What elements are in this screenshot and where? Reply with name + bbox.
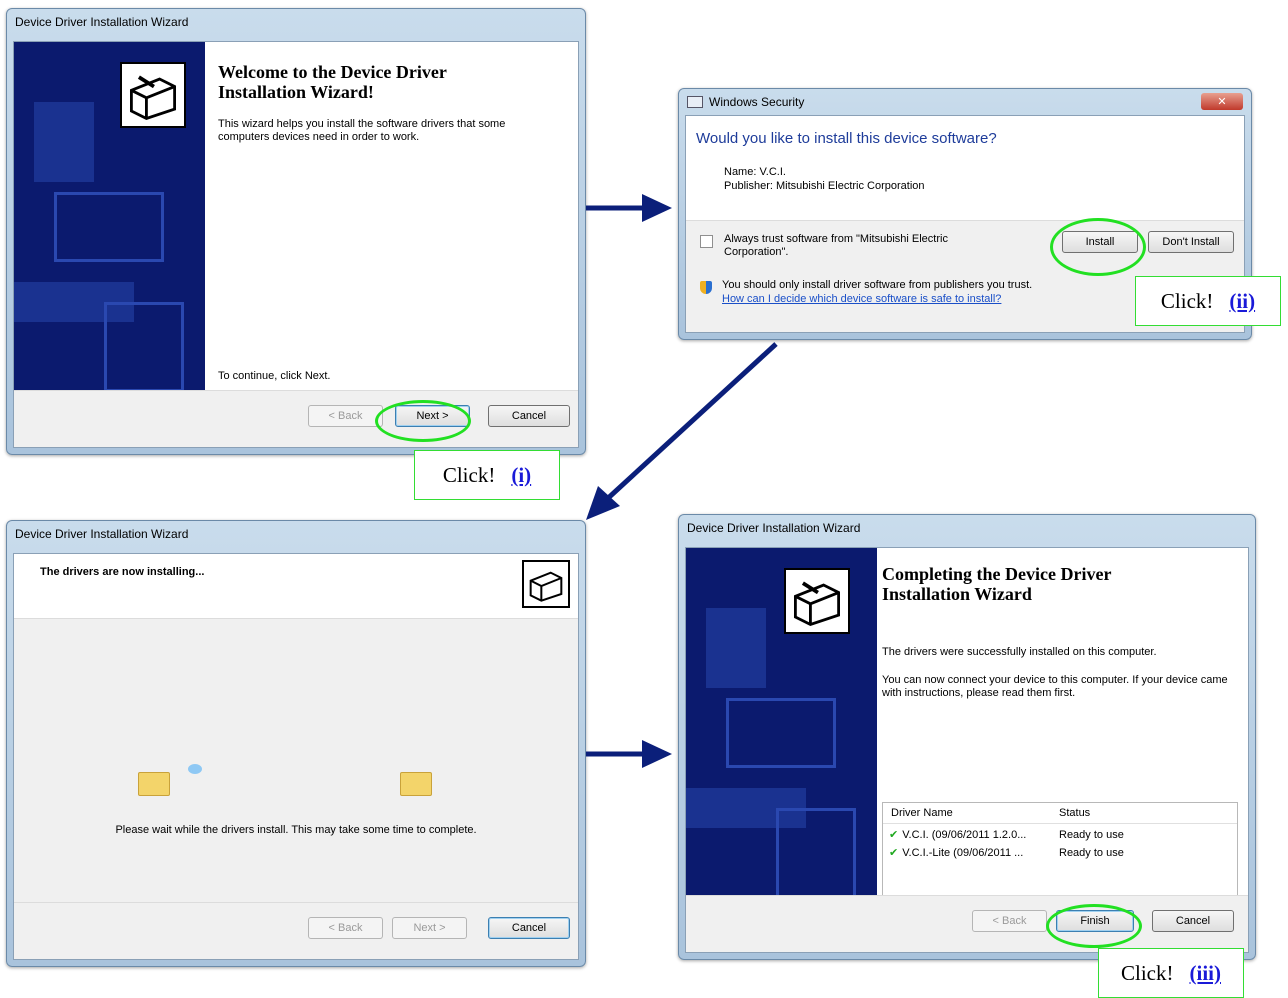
installing-window: Device Driver Installation Wizard The dr…: [6, 520, 586, 967]
callout-step-iii: (iii): [1189, 960, 1222, 985]
arrow-right-2: [586, 740, 672, 768]
table-row: ✔ V.C.I. (09/06/2011 1.2.0... Ready to us…: [883, 827, 1237, 845]
callout-iii: Click! (iii): [1098, 948, 1244, 998]
hardware-install-icon: [522, 560, 570, 608]
installing-heading: The drivers are now installing...: [40, 566, 205, 578]
shield-icon: [700, 281, 712, 294]
welcome-titlebar: Device Driver Installation Wizard: [7, 9, 585, 35]
close-button[interactable]: ✕: [1201, 93, 1243, 110]
security-warning: You should only install driver software …: [722, 279, 1033, 291]
callout-step-i: (i): [511, 462, 532, 487]
completing-window: Device Driver Installation Wizard Comple…: [678, 514, 1256, 960]
driver-name: Name: V.C.I.: [724, 166, 786, 178]
security-titlebar: Windows Security: [679, 89, 1251, 115]
callout-click-2: Click!: [1160, 288, 1214, 313]
welcome-title: Device Driver Installation Wizard: [15, 15, 189, 29]
welcome-button-bar: < Back Next > Cancel: [14, 390, 578, 447]
arrow-diagonal: [586, 342, 778, 520]
flying-document-icon: [188, 764, 202, 774]
col-driver-name: Driver Name: [891, 807, 953, 819]
driver-publisher: Publisher: Mitsubishi Electric Corporati…: [724, 180, 925, 192]
back-button[interactable]: < Back: [308, 917, 383, 939]
col-status: Status: [1059, 807, 1091, 819]
decide-link[interactable]: How can I decide which device software i…: [722, 293, 1142, 306]
close-icon: ✕: [1217, 96, 1227, 108]
welcome-window: Device Driver Installation Wizard Welcom…: [6, 8, 586, 455]
cancel-button[interactable]: Cancel: [488, 405, 570, 427]
destination-folder-icon: [400, 772, 432, 796]
driver-row-status: Ready to use: [1059, 847, 1124, 859]
cancel-button[interactable]: Cancel: [1152, 910, 1234, 932]
callout-ii: Click! (ii): [1135, 276, 1281, 326]
callout-click-3: Click!: [1121, 960, 1174, 985]
back-button[interactable]: < Back: [308, 405, 383, 427]
source-folder-icon: [138, 772, 170, 796]
welcome-heading: Welcome to the Device Driver Installatio…: [218, 62, 447, 102]
cancel-button[interactable]: Cancel: [488, 917, 570, 939]
callout-step-ii: (ii): [1229, 288, 1256, 313]
installing-client: The drivers are now installing... Please…: [13, 553, 579, 960]
finish-button[interactable]: Finish: [1056, 910, 1134, 932]
installing-title: Device Driver Installation Wizard: [15, 527, 189, 541]
driver-row-name: V.C.I. (09/06/2011 1.2.0...: [902, 829, 1027, 841]
next-button[interactable]: Next >: [395, 405, 470, 427]
security-question: Would you like to install this device so…: [696, 130, 997, 147]
trust-checkbox[interactable]: [700, 235, 713, 248]
trust-label: Always trust software from "Mitsubishi E…: [724, 233, 948, 258]
driver-row-name: V.C.I.-Lite (09/06/2011 ...: [902, 847, 1024, 859]
install-button[interactable]: Install: [1062, 231, 1138, 253]
installing-titlebar: Device Driver Installation Wizard: [7, 521, 585, 547]
back-button[interactable]: < Back: [972, 910, 1047, 932]
completing-titlebar: Device Driver Installation Wizard: [679, 515, 1255, 541]
installing-header: The drivers are now installing...: [14, 554, 578, 619]
completing-client: Completing the Device Driver Installatio…: [685, 547, 1249, 953]
welcome-client: Welcome to the Device Driver Installatio…: [13, 41, 579, 448]
callout-click: Click!: [442, 462, 496, 487]
completing-heading: Completing the Device Driver Installatio…: [882, 564, 1112, 604]
completing-button-bar: < Back Finish Cancel: [686, 895, 1248, 952]
completing-success: The drivers were successfully installed …: [882, 646, 1157, 658]
hardware-install-icon: [120, 62, 186, 128]
completing-connect: You can now connect your device to this …: [882, 674, 1228, 699]
installing-wait: Please wait while the drivers install. T…: [115, 824, 477, 836]
completing-title: Device Driver Installation Wizard: [687, 521, 861, 535]
security-title: Windows Security: [709, 95, 805, 109]
window-icon: [687, 96, 703, 108]
driver-row-status: Ready to use: [1059, 829, 1124, 841]
next-button[interactable]: Next >: [392, 917, 467, 939]
welcome-body: This wizard helps you install the softwa…: [218, 118, 506, 143]
callout-i: Click! (i): [414, 450, 560, 500]
check-icon: ✔: [889, 829, 899, 841]
check-icon: ✔: [889, 847, 899, 859]
table-row: ✔ V.C.I.-Lite (09/06/2011 ... Ready to us…: [883, 845, 1237, 863]
driver-table-header: Driver Name Status: [883, 803, 1237, 824]
dont-install-button[interactable]: Don't Install: [1148, 231, 1234, 253]
hardware-install-icon: [784, 568, 850, 634]
welcome-continue: To continue, click Next.: [218, 370, 331, 382]
arrow-right-1: [586, 194, 672, 222]
driver-table: Driver Name Status ✔ V.C.I. (09/06/2011 1…: [882, 802, 1238, 896]
installing-button-bar: < Back Next > Cancel: [14, 902, 578, 959]
